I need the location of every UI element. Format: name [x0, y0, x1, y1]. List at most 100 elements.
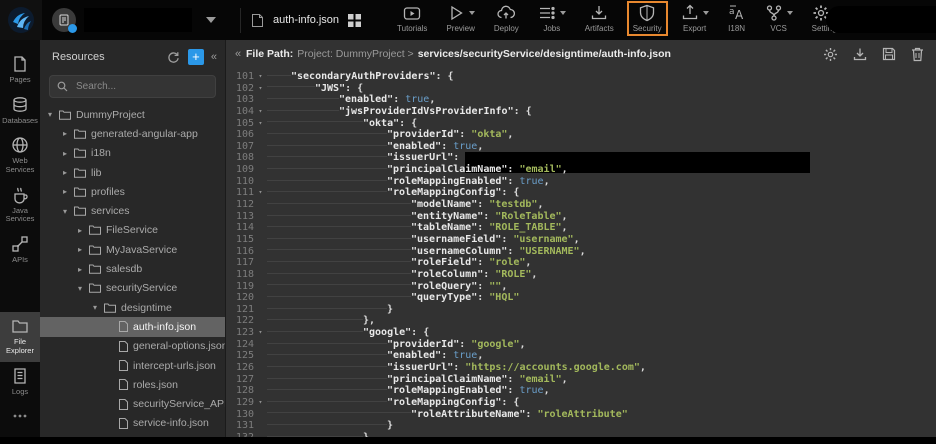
- code-line-107[interactable]: 107"enabled": true,: [226, 141, 936, 153]
- chevron-down-icon[interactable]: [206, 17, 216, 23]
- fold-toggle-icon[interactable]: ▾: [254, 106, 267, 118]
- code-line-110[interactable]: 110"roleMappingEnabled": true,: [226, 176, 936, 188]
- code-line-125[interactable]: 125"enabled": true,: [226, 350, 936, 362]
- code-line-118[interactable]: 118"roleColumn": "ROLE",: [226, 269, 936, 281]
- code-line-119[interactable]: 119"roleQuery": "",: [226, 281, 936, 293]
- code-line-122[interactable]: 122},: [226, 315, 936, 327]
- tree-item-services[interactable]: ▾services: [40, 201, 225, 220]
- refresh-icon[interactable]: [167, 51, 180, 64]
- code-line-116[interactable]: 116"usernameColumn": "USERNAME",: [226, 246, 936, 258]
- code-line-103[interactable]: 103"enabled": true,: [226, 94, 936, 106]
- code-line-126[interactable]: 126"issuerUrl": "https://accounts.google…: [226, 362, 936, 374]
- tree-item-roles-json[interactable]: roles.json: [40, 375, 225, 394]
- tree-item-fileservice[interactable]: ▸FileService: [40, 221, 225, 240]
- code-line-117[interactable]: 117"roleField": "role",: [226, 257, 936, 269]
- code-token: "roleColumn": [411, 269, 483, 280]
- code-line-124[interactable]: 124"providerId": "google",: [226, 339, 936, 351]
- toolbar-jobs-button[interactable]: Jobs: [538, 4, 566, 33]
- code-line-130[interactable]: 130"roleAttributeName": "roleAttribute": [226, 409, 936, 421]
- tree-item-lib[interactable]: ▸lib: [40, 163, 225, 182]
- fold-toggle-icon[interactable]: ▾: [254, 83, 267, 95]
- tab-guide: [315, 327, 339, 335]
- toolbar-deploy-button[interactable]: Deploy: [494, 4, 519, 33]
- collapse-tree-icon[interactable]: «: [230, 48, 246, 60]
- code-line-109[interactable]: 109"principalClaimName": "email",: [226, 164, 936, 176]
- code-line-115[interactable]: 115"usernameField": "username",: [226, 234, 936, 246]
- save-file-icon[interactable]: [882, 47, 896, 61]
- delete-file-icon[interactable]: [911, 47, 924, 62]
- sidebar-item-java-services[interactable]: Java Services: [0, 181, 40, 230]
- code-line-111[interactable]: 111▾"roleMappingConfig": {: [226, 187, 936, 199]
- code-line-131[interactable]: 131}: [226, 420, 936, 432]
- toolbar-security-button[interactable]: Security: [627, 1, 668, 36]
- code-line-120[interactable]: 120"queryType": "HQL": [226, 292, 936, 304]
- toolbar-artifacts-button[interactable]: Artifacts: [585, 4, 614, 33]
- code-line-112[interactable]: 112"modelName": "testdb",: [226, 199, 936, 211]
- tree-item-designtime[interactable]: ▾designtime: [40, 298, 225, 317]
- toolbar-vcs-button[interactable]: VCS: [765, 4, 793, 33]
- code-line-108[interactable]: 108"issuerUrl":: [226, 152, 936, 164]
- code-line-105[interactable]: 105▾"okta": {: [226, 118, 936, 130]
- code-line-121[interactable]: 121}: [226, 304, 936, 316]
- editor-settings-icon[interactable]: [823, 47, 838, 62]
- collapse-panel-icon[interactable]: «: [211, 51, 217, 63]
- sidebar-item-logs[interactable]: Logs: [0, 362, 40, 403]
- tab-guide: [291, 152, 315, 160]
- tree-item-dummyproject[interactable]: ▾DummyProject: [40, 105, 225, 124]
- fold-toggle-icon[interactable]: ▾: [254, 397, 267, 409]
- app-logo[interactable]: [0, 0, 42, 40]
- code-token: : {: [399, 118, 417, 129]
- code-line-128[interactable]: 128"roleMappingEnabled": true,: [226, 385, 936, 397]
- code-line-129[interactable]: 129▾"roleMappingConfig": {: [226, 397, 936, 409]
- tree-item-i18n[interactable]: ▸i18n: [40, 144, 225, 163]
- project-selector[interactable]: [52, 8, 216, 32]
- open-file-tab[interactable]: auth-info.json: [240, 8, 371, 33]
- line-number: 125: [226, 350, 254, 362]
- code-token: "google": [363, 327, 411, 338]
- fold-toggle-icon[interactable]: ▾: [254, 118, 267, 130]
- toolbar-action-label: VCS: [770, 24, 786, 33]
- sidebar-item-apis[interactable]: APIs: [0, 230, 40, 271]
- code-token: "roleAttributeName": [411, 409, 525, 420]
- tree-item-securityservice[interactable]: ▾securityService: [40, 279, 225, 298]
- code-line-106[interactable]: 106"providerId": "okta",: [226, 129, 936, 141]
- grid-icon[interactable]: [348, 14, 361, 27]
- tree-item-profiles[interactable]: ▸profiles: [40, 182, 225, 201]
- code-editor[interactable]: 101▾"secondaryAuthProviders": {102▾"JWS"…: [226, 68, 936, 444]
- code-token: : {: [345, 83, 363, 94]
- search-input[interactable]: [74, 80, 208, 93]
- code-line-114[interactable]: 114"tableName": "ROLE_TABLE",: [226, 222, 936, 234]
- toolbar-tutorials-button[interactable]: Tutorials: [397, 4, 427, 33]
- tree-item-service-info-json[interactable]: service-info.json: [40, 414, 225, 433]
- code-token: :: [453, 362, 465, 373]
- redacted-account-area: [826, 6, 936, 33]
- tree-item-salesdb[interactable]: ▸salesdb: [40, 259, 225, 278]
- toolbar-i18n-button[interactable]: aAI18N: [728, 4, 746, 33]
- code-line-123[interactable]: 123▾"google": {: [226, 327, 936, 339]
- fold-toggle-icon[interactable]: ▾: [254, 71, 267, 83]
- sidebar-item-pages[interactable]: Pages: [0, 50, 40, 91]
- fold-toggle-icon[interactable]: ▾: [254, 187, 267, 199]
- fold-toggle-icon[interactable]: ▾: [254, 327, 267, 339]
- sidebar-item-web-services[interactable]: Web Services: [0, 131, 40, 180]
- tree-item-intercept-urls-json[interactable]: intercept-urls.json: [40, 356, 225, 375]
- toolbar-export-button[interactable]: Export: [681, 4, 709, 33]
- tree-item-generated-angular-app[interactable]: ▸generated-angular-app: [40, 124, 225, 143]
- tree-item-securityservice-api-js[interactable]: securityService_API.js: [40, 394, 225, 413]
- sidebar-item-databases[interactable]: Databases: [0, 91, 40, 132]
- tree-item-myjavaservice[interactable]: ▸MyJavaService: [40, 240, 225, 259]
- code-line-104[interactable]: 104▾"jwsProviderIdVsProviderInfo": {: [226, 106, 936, 118]
- toolbar-preview-button[interactable]: Preview: [446, 4, 474, 33]
- code-line-101[interactable]: 101▾"secondaryAuthProviders": {: [226, 71, 936, 83]
- code-line-113[interactable]: 113"entityName": "RoleTable",: [226, 211, 936, 223]
- sidebar-item-file-explorer[interactable]: File Explorer: [0, 312, 40, 361]
- tree-item-auth-info-json[interactable]: auth-info.json: [40, 317, 225, 336]
- code-token: "queryType": [411, 292, 477, 303]
- add-resource-button[interactable]: +: [188, 49, 204, 65]
- code-line-102[interactable]: 102▾"JWS": {: [226, 83, 936, 95]
- download-file-icon[interactable]: [853, 47, 867, 61]
- sidebar-item--[interactable]: [0, 402, 40, 431]
- tab-guide: [267, 141, 291, 149]
- tree-item-general-options-json[interactable]: general-options.json: [40, 337, 225, 356]
- code-line-127[interactable]: 127"principalClaimName": "email",: [226, 374, 936, 386]
